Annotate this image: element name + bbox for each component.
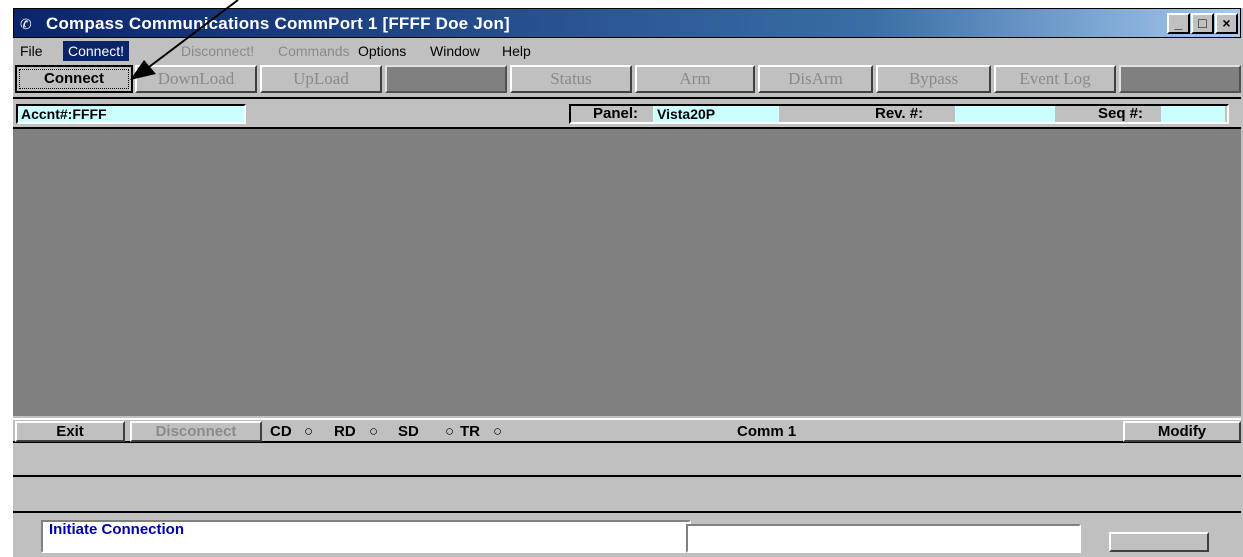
menu-help[interactable]: Help xyxy=(497,41,536,61)
status-message: Initiate Connection xyxy=(41,520,691,553)
download-button[interactable]: DownLoad xyxy=(135,65,257,93)
minimize-button[interactable]: _ xyxy=(1167,13,1190,34)
phone-handset-icon: ✆ xyxy=(20,16,32,32)
status-panel-2 xyxy=(13,479,1241,513)
cd-label: CD xyxy=(270,423,292,440)
event-log-button[interactable]: Event Log xyxy=(994,65,1116,93)
status-panel-1 xyxy=(13,443,1241,477)
account-field: Accnt#:FFFF xyxy=(16,104,246,124)
toolbar: Connect DownLoad UpLoad Status Arm DisAr… xyxy=(13,65,1241,95)
status-row: Exit Disconnect CD ○ RD ○ SD ○ TR ○ Comm… xyxy=(13,418,1241,443)
window-title: Compass Communications CommPort 1 [FFFF … xyxy=(46,14,510,33)
menu-bar: File Connect! Disconnect! Commands Optio… xyxy=(13,39,1241,63)
blank-toolbar-slot-2 xyxy=(1119,65,1241,93)
title-bar[interactable]: ✆ Compass Communications CommPort 1 [FFF… xyxy=(13,8,1241,38)
sd-label: SD xyxy=(398,423,419,440)
seq-value xyxy=(1161,106,1225,122)
arm-button[interactable]: Arm xyxy=(635,65,755,93)
exit-button[interactable]: Exit xyxy=(15,421,125,442)
account-info-row: Accnt#:FFFF Panel: Vista20P Rev. #: Seq … xyxy=(13,97,1241,129)
small-action-button[interactable] xyxy=(1109,532,1209,552)
tr-label: TR xyxy=(460,423,480,440)
work-area xyxy=(13,129,1241,416)
account-value: FFFF xyxy=(72,106,107,122)
modify-button[interactable]: Modify xyxy=(1123,421,1241,442)
rev-label: Rev. #: xyxy=(875,105,924,122)
upload-button[interactable]: UpLoad xyxy=(260,65,382,93)
menu-disconnect[interactable]: Disconnect! xyxy=(176,41,259,61)
seq-label: Seq #: xyxy=(1098,105,1144,122)
sd-indicator: ○ xyxy=(445,423,455,440)
rd-label: RD xyxy=(334,423,356,440)
blank-toolbar-slot xyxy=(385,65,507,93)
menu-commands[interactable]: Commands xyxy=(273,41,355,61)
close-button[interactable]: × xyxy=(1215,13,1238,34)
account-label: Accnt#: xyxy=(21,106,73,122)
panel-value: Vista20P xyxy=(653,106,779,122)
status-button[interactable]: Status xyxy=(510,65,632,93)
menu-connect[interactable]: Connect! xyxy=(63,41,130,61)
menu-file[interactable]: File xyxy=(15,41,48,61)
rd-indicator: ○ xyxy=(369,423,379,440)
secondary-message-box xyxy=(686,524,1081,553)
message-area: Initiate Connection xyxy=(13,516,1241,557)
rev-value xyxy=(955,106,1055,122)
comm-port-label: Comm 1 xyxy=(737,423,797,440)
menu-options[interactable]: Options xyxy=(353,41,411,61)
bypass-button[interactable]: Bypass xyxy=(876,65,991,93)
connect-button[interactable]: Connect xyxy=(15,65,133,93)
panel-label: Panel: xyxy=(593,105,639,122)
tr-indicator: ○ xyxy=(493,423,503,440)
disconnect-button[interactable]: Disconnect xyxy=(130,421,262,442)
app-window: ✆ Compass Communications CommPort 1 [FFF… xyxy=(13,8,1243,557)
disarm-button[interactable]: DisArm xyxy=(758,65,873,93)
cd-indicator: ○ xyxy=(304,423,314,440)
menu-window[interactable]: Window xyxy=(425,41,485,61)
maximize-button[interactable]: □ xyxy=(1191,13,1214,34)
